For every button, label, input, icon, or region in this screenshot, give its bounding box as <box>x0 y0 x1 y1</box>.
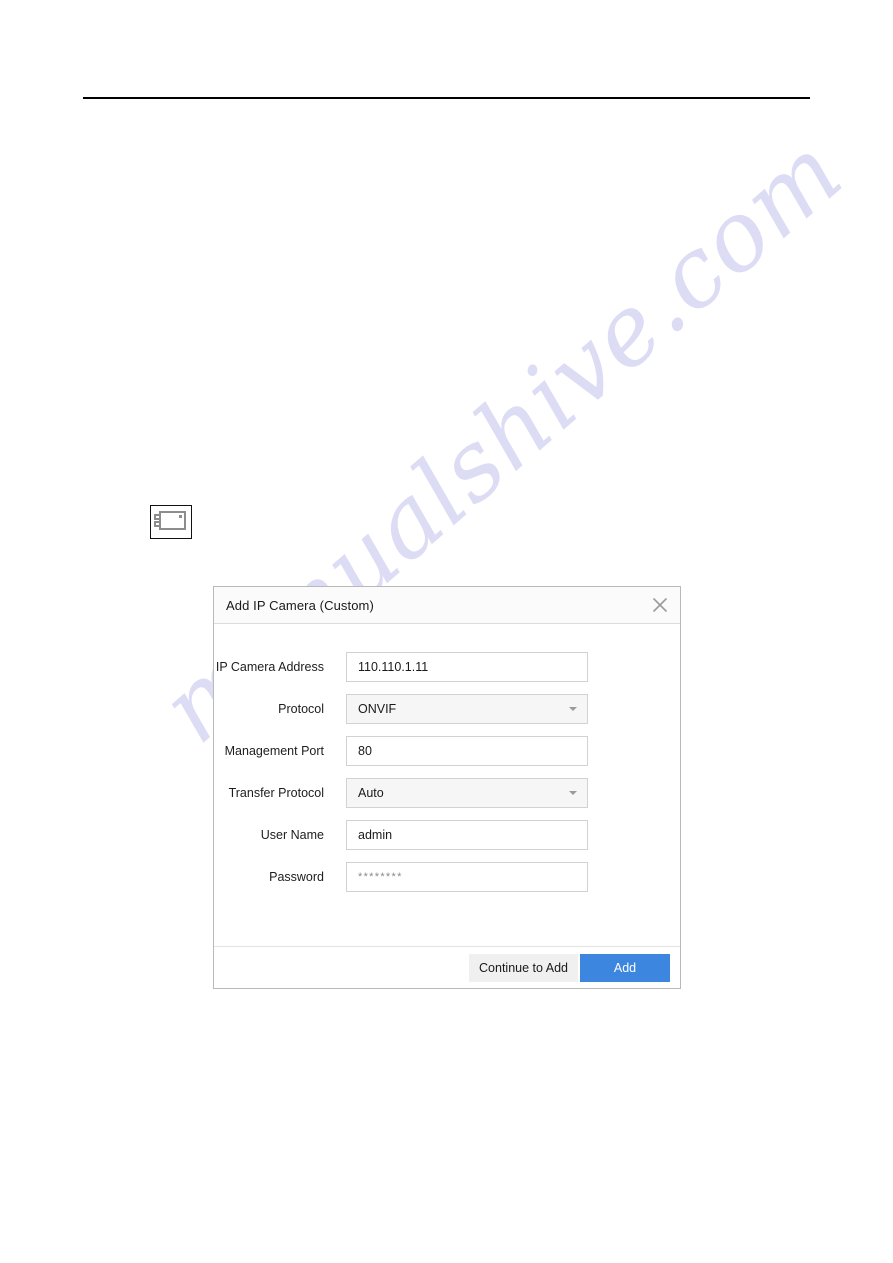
add-button[interactable]: Add <box>580 953 670 982</box>
input-user-name[interactable]: admin <box>346 820 588 850</box>
page-header-rule <box>83 97 810 99</box>
chevron-down-icon <box>559 695 587 723</box>
select-transfer-protocol[interactable]: Auto <box>346 778 588 808</box>
label-transfer-protocol: Transfer Protocol <box>228 786 324 800</box>
value-transfer-protocol: Auto <box>358 786 384 800</box>
label-protocol: Protocol <box>278 702 324 716</box>
chevron-down-icon <box>559 779 587 807</box>
dialog-header: Add IP Camera (Custom) <box>214 587 680 624</box>
form-row-password: Password ******** <box>214 859 680 895</box>
continue-to-add-button[interactable]: Continue to Add <box>469 953 578 982</box>
input-password[interactable]: ******** <box>346 862 588 892</box>
add-ip-camera-dialog: Add IP Camera (Custom) IP Camera Address… <box>213 586 681 989</box>
close-icon-glyph <box>652 597 668 613</box>
close-icon[interactable] <box>649 594 671 616</box>
dialog-title: Add IP Camera (Custom) <box>226 597 374 613</box>
form-row-protocol: Protocol ONVIF <box>214 691 680 727</box>
label-management-port: Management Port <box>224 744 324 758</box>
input-management-port[interactable]: 80 <box>346 736 588 766</box>
dialog-body: IP Camera Address 110.110.1.11 Protocol … <box>214 624 680 946</box>
value-user-name: admin <box>358 828 393 842</box>
label-password: Password <box>269 870 324 884</box>
value-protocol: ONVIF <box>358 702 397 716</box>
select-protocol[interactable]: ONVIF <box>346 694 588 724</box>
label-user-name: User Name <box>260 828 324 842</box>
dialog-footer: Continue to Add Add <box>214 946 680 988</box>
camera-icon <box>154 511 186 530</box>
document-page: manualshive.com Add IP Camera (Custom) I… <box>0 0 893 1263</box>
form-row-user-name: User Name admin <box>214 817 680 853</box>
form-row-management-port: Management Port 80 <box>214 733 680 769</box>
value-password: ******** <box>358 871 403 883</box>
input-ip-camera-address[interactable]: 110.110.1.11 <box>346 652 588 682</box>
form-row-ip-camera-address: IP Camera Address 110.110.1.11 <box>214 649 680 685</box>
camera-icon-figure <box>150 505 192 539</box>
value-management-port: 80 <box>358 744 372 758</box>
form-row-transfer-protocol: Transfer Protocol Auto <box>214 775 680 811</box>
value-ip-camera-address: 110.110.1.11 <box>358 660 429 674</box>
label-ip-camera-address: IP Camera Address <box>215 660 324 674</box>
